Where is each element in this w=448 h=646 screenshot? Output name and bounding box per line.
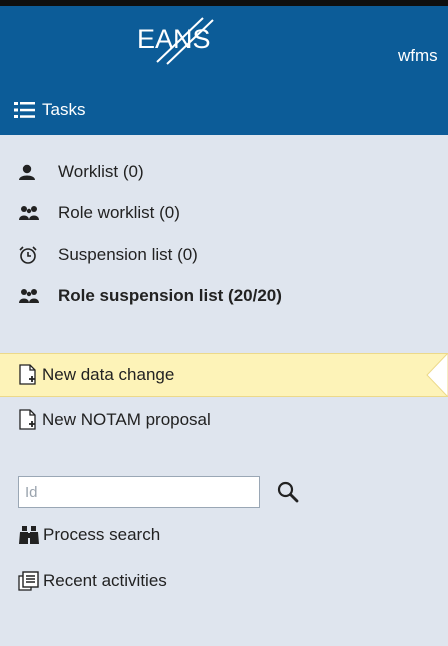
role-suspension-list-item[interactable]: Role suspension list (20/20) [18, 286, 282, 306]
worklist-item[interactable]: Worklist (0) [18, 162, 144, 182]
svg-text:EANS: EANS [137, 24, 211, 54]
process-search-label: Process search [43, 525, 161, 544]
search-button[interactable] [274, 478, 302, 506]
group-icon [18, 203, 44, 223]
tasks-label: Tasks [42, 100, 86, 119]
new-data-change-button[interactable]: New data change [0, 353, 448, 397]
recent-activities-link[interactable]: Recent activities [18, 570, 167, 592]
binoculars-icon [18, 524, 40, 546]
person-icon [18, 162, 44, 182]
new-data-change-label: New data change [42, 365, 175, 384]
role-worklist-item[interactable]: Role worklist (0) [18, 203, 180, 223]
process-search-link[interactable]: Process search [18, 524, 160, 546]
new-notam-proposal-label: New NOTAM proposal [42, 410, 211, 429]
recent-activities-label: Recent activities [43, 571, 167, 590]
documents-icon [18, 570, 40, 592]
list-icon [14, 102, 35, 118]
worklist-label: Worklist (0) [58, 162, 144, 181]
active-pointer [426, 353, 448, 397]
new-document-icon [18, 409, 40, 431]
new-document-icon [18, 364, 40, 386]
new-notam-proposal-button[interactable]: New NOTAM proposal [0, 398, 211, 442]
eans-logo[interactable]: EANS [133, 14, 253, 66]
search-icon [277, 481, 299, 503]
role-suspension-list-label: Role suspension list (20/20) [58, 286, 282, 305]
suspension-list-label: Suspension list (0) [58, 245, 198, 264]
tasks-header[interactable]: Tasks [14, 100, 85, 120]
top-bar: EANS wfms Tasks [0, 0, 448, 135]
user-name[interactable]: wfms [398, 46, 438, 66]
alarm-clock-icon [18, 245, 44, 265]
group-icon [18, 286, 44, 306]
suspension-list-item[interactable]: Suspension list (0) [18, 245, 198, 265]
id-search-input[interactable] [18, 476, 260, 508]
role-worklist-label: Role worklist (0) [58, 203, 180, 222]
